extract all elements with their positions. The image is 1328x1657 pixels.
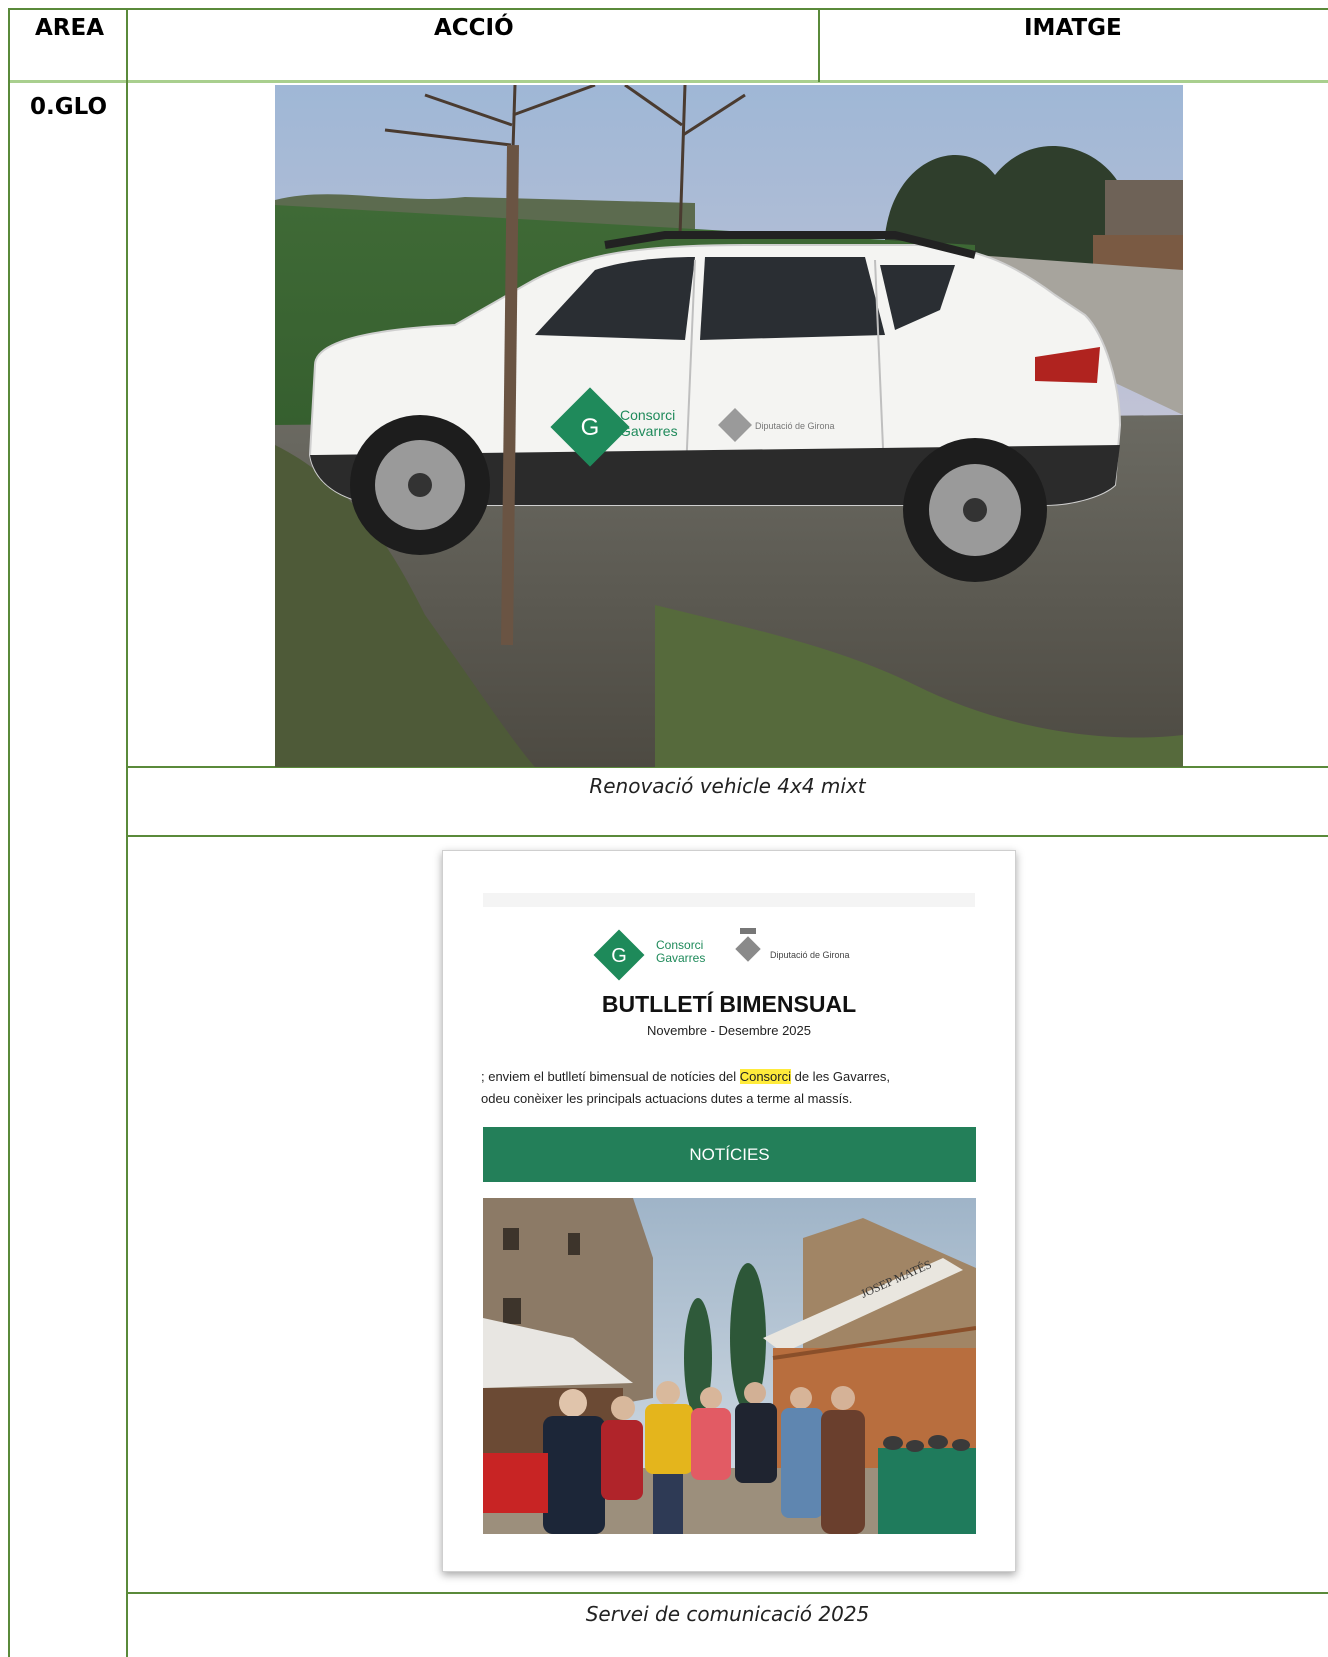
- newsletter-screenshot: G Consorci Gavarres Diputació de Girona …: [442, 850, 1016, 1572]
- market-photo-illustration: JOSEP MATÉS: [483, 1198, 976, 1534]
- header-area: AREA: [35, 15, 105, 41]
- caption-communication: Servei de comunicació 2025: [585, 1602, 870, 1626]
- header-accio: ACCIÓ: [434, 15, 514, 41]
- column-divider-header: [818, 8, 820, 82]
- svg-text:G: G: [581, 414, 600, 441]
- area-code: 0.GLO: [30, 94, 108, 120]
- header-imatge: IMATGE: [1024, 15, 1122, 41]
- vehicle-logo-line1: Consorci: [620, 407, 675, 423]
- newsletter-intro-line2: odeu conèixer les principals actuacions …: [481, 1091, 853, 1106]
- newsletter-top-band: [483, 893, 975, 907]
- svg-text:G: G: [611, 945, 627, 967]
- vehicle-logo-diputacio: Diputació de Girona: [755, 421, 835, 431]
- consorci-logo-icon: G: [593, 929, 645, 981]
- vehicle-photo: G Consorci Gavarres Diputació de Girona: [275, 85, 1183, 767]
- highlighted-word: Consorci: [739, 1069, 791, 1084]
- vehicle-logo-line2: Gavarres: [620, 423, 678, 439]
- market-photo: JOSEP MATÉS: [483, 1198, 976, 1534]
- row-divider-2: [126, 835, 1328, 837]
- vehicle-photo-illustration: G Consorci Gavarres Diputació de Girona: [275, 85, 1183, 767]
- newsletter-title: BUTLLETÍ BIMENSUAL: [601, 991, 857, 1017]
- logo-consorci-line2: Gavarres: [656, 951, 706, 965]
- noticies-button[interactable]: NOTÍCIES: [483, 1127, 976, 1182]
- diputacio-shield-icon: [735, 928, 761, 962]
- row-divider-3: [126, 1592, 1328, 1594]
- table-border-top: [8, 8, 1328, 10]
- newsletter-subtitle: Novembre - Desembre 2025: [646, 1023, 812, 1038]
- header-divider: [8, 80, 1328, 83]
- column-divider-area: [126, 8, 128, 1657]
- caption-vehicle: Renovació vehicle 4x4 mixt: [589, 774, 866, 798]
- newsletter-intro-line1: ; enviem el butlletí bimensual de notíci…: [481, 1069, 890, 1084]
- table-border-left: [8, 8, 10, 1657]
- logo-diputacio-text: Diputació de Girona: [770, 950, 850, 960]
